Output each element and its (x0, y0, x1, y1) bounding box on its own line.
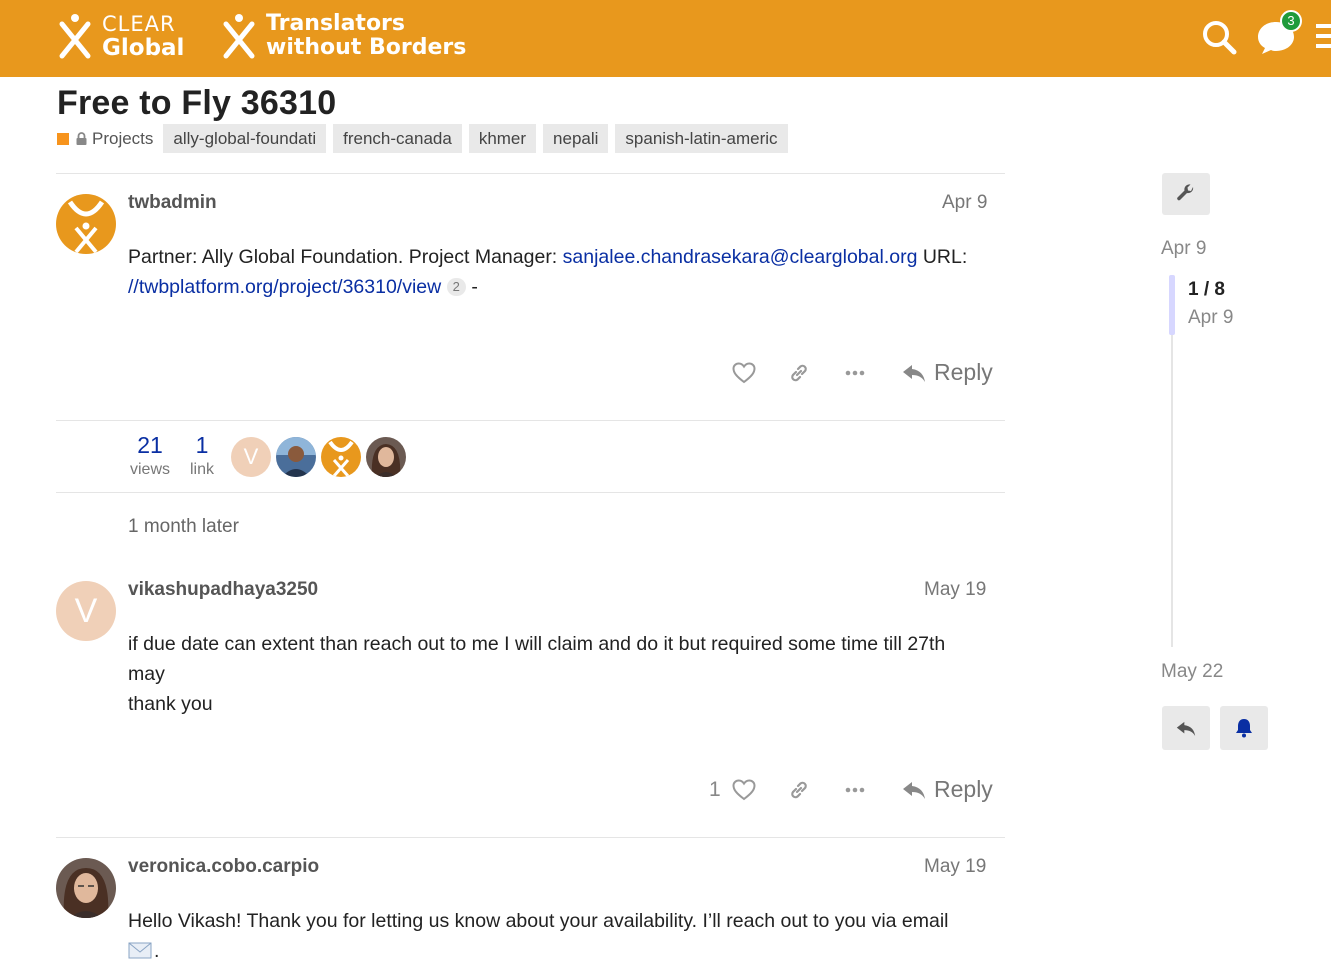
views-count: 21 (137, 432, 163, 458)
tag[interactable]: khmer (468, 124, 537, 153)
participant-avatar[interactable] (276, 437, 316, 477)
avatar[interactable] (56, 858, 116, 918)
timeline-start-date[interactable]: Apr 9 (1161, 238, 1206, 260)
clear-global-logo[interactable]: CLEAR Global (58, 12, 184, 60)
link-click-count: 2 (446, 278, 466, 296)
tag[interactable]: spanish-latin-americ (615, 124, 788, 153)
wrench-icon (1177, 184, 1194, 201)
post-date[interactable]: May 19 (924, 579, 986, 601)
post-text: URL: (917, 246, 968, 268)
timeline-scroll-handle[interactable] (1169, 275, 1175, 335)
links-stat[interactable]: 1 link (186, 432, 218, 479)
photo-avatar-icon (56, 858, 116, 918)
project-url-link[interactable]: //twbplatform.org/project/36310/view (128, 276, 441, 298)
timeline-reply-button[interactable] (1162, 706, 1210, 750)
more-options-icon[interactable] (845, 369, 865, 377)
category-link[interactable]: Projects (92, 129, 153, 149)
divider (56, 837, 1005, 838)
heart-icon[interactable] (732, 362, 756, 384)
post-username[interactable]: twbadmin (128, 192, 217, 214)
lock-icon (76, 132, 87, 145)
views-stat: 21 views (128, 432, 172, 479)
reply-label: Reply (934, 359, 993, 385)
envelope-emoji-icon (128, 942, 152, 959)
post-text: Hello Vikash! Thank you for letting us k… (128, 910, 949, 932)
category-color-swatch (57, 132, 69, 145)
twb-x-icon (223, 14, 255, 59)
photo-avatar-icon (276, 437, 316, 477)
post-username[interactable]: veronica.cobo.carpio (128, 856, 319, 878)
reply-button[interactable]: Reply (902, 359, 993, 386)
menu-icon[interactable] (1316, 18, 1331, 54)
post-username[interactable]: vikashupadhaya3250 (128, 579, 318, 601)
site-header: CLEAR Global Translators without Borders… (0, 0, 1331, 77)
post-text: thank you (128, 693, 213, 715)
avatar[interactable] (56, 194, 116, 254)
email-link[interactable]: sanjalee.chandrasekara@clearglobal.org (563, 246, 918, 268)
post-body: if due date can extent than reach out to… (128, 629, 998, 719)
tag[interactable]: french-canada (333, 124, 462, 153)
post-text: may (128, 663, 165, 685)
tag[interactable]: ally-global-foundati (163, 124, 327, 153)
post-date[interactable]: Apr 9 (942, 192, 987, 214)
link-icon[interactable] (788, 363, 810, 383)
timeline-end-date[interactable]: May 22 (1161, 661, 1223, 683)
avatar[interactable]: V (56, 581, 116, 641)
post-body: Partner: Ally Global Foundation. Project… (128, 242, 998, 302)
logo-line2: without Borders (266, 35, 467, 60)
tag[interactable]: nepali (543, 124, 609, 153)
like-count[interactable]: 1 (709, 778, 721, 802)
reply-icon (903, 364, 925, 382)
logo-line1: CLEAR (102, 12, 176, 36)
timeline-position-date: Apr 9 (1188, 307, 1234, 328)
post-body: Hello Vikash! Thank you for letting us k… (128, 910, 949, 962)
twb-logo[interactable]: Translators without Borders (222, 12, 466, 60)
links-count: 1 (195, 432, 209, 458)
timeline-position: 1 / 8 (1188, 279, 1225, 300)
twb-avatar-icon (56, 194, 116, 254)
divider (56, 173, 1005, 174)
participant-avatar[interactable]: V (231, 437, 271, 477)
post-text: - (465, 276, 478, 298)
participant-avatar[interactable] (366, 437, 406, 477)
topic-title[interactable]: Free to Fly 36310 (57, 84, 336, 123)
time-gap-label: 1 month later (128, 516, 239, 537)
reply-icon (1176, 721, 1196, 736)
post-date[interactable]: May 19 (924, 856, 986, 878)
photo-avatar-icon (366, 437, 406, 477)
links-label: link (189, 461, 214, 478)
twb-avatar-icon (321, 437, 361, 477)
bell-icon (1236, 719, 1252, 738)
heart-icon[interactable] (732, 779, 756, 801)
link-icon[interactable] (788, 780, 810, 800)
post-text: Partner: Ally Global Foundation. Project… (128, 246, 563, 268)
clear-global-x-icon (59, 14, 91, 59)
divider (56, 492, 1005, 493)
logo-line2: Global (102, 35, 185, 61)
search-icon[interactable] (1200, 18, 1238, 56)
reply-label: Reply (934, 776, 993, 802)
admin-wrench-button[interactable] (1162, 173, 1210, 215)
reply-icon (903, 781, 925, 799)
more-options-icon[interactable] (845, 786, 865, 794)
topic-category-bar: Projects ally-global-foundati french-can… (57, 124, 795, 153)
participant-avatar[interactable] (321, 437, 361, 477)
reply-button[interactable]: Reply (902, 776, 993, 803)
post-text: if due date can extent than reach out to… (128, 633, 946, 655)
notification-button[interactable] (1220, 706, 1268, 750)
views-label: views (129, 461, 170, 478)
divider (56, 420, 1005, 421)
logo-line1: Translators (266, 11, 406, 36)
chat-badge: 3 (1280, 10, 1302, 32)
